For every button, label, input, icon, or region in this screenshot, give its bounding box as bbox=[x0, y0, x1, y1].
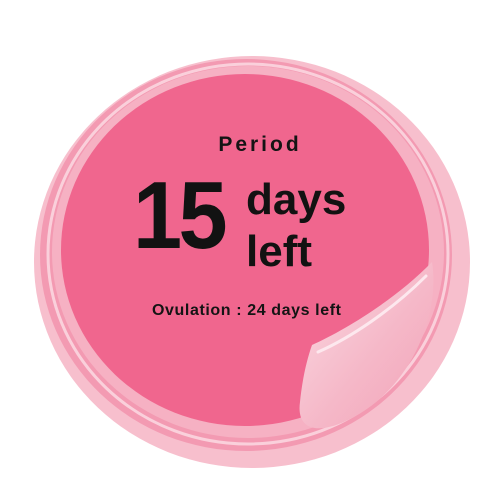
ovulation-countdown: Ovulation : 24 days left bbox=[152, 302, 342, 319]
left-unit-label: left bbox=[246, 227, 312, 276]
period-label: Period bbox=[218, 133, 302, 156]
days-remaining-number: 15 bbox=[133, 162, 228, 269]
period-countdown-widget: Period 15 days left Ovulation : 24 days … bbox=[0, 0, 500, 500]
days-unit-label: days bbox=[246, 175, 347, 224]
